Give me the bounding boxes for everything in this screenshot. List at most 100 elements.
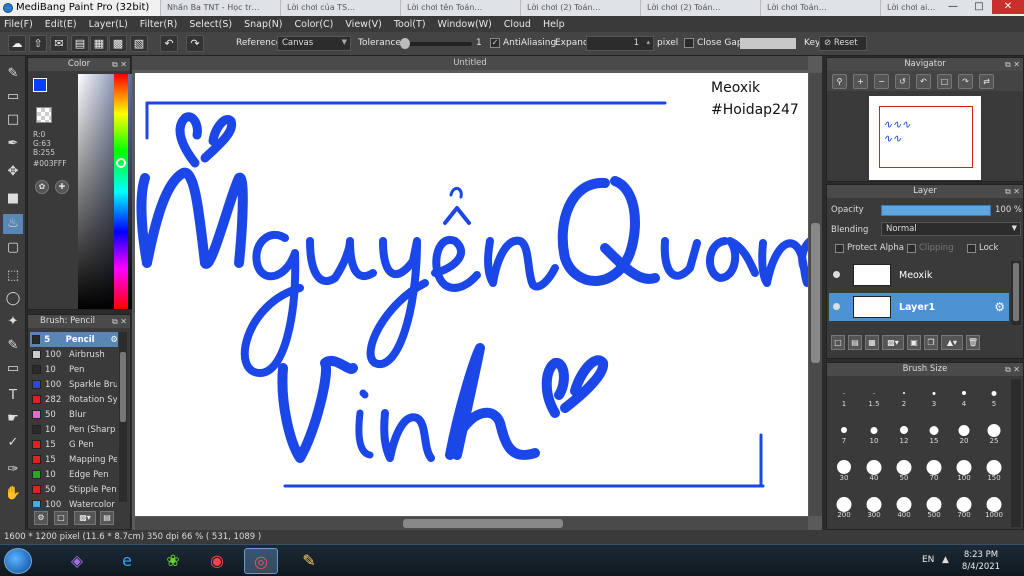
palette-icon[interactable]: ✿ [35, 180, 49, 194]
coccoc-icon[interactable]: ❀ [156, 548, 190, 574]
rotate-left-icon[interactable]: ↶ [916, 73, 931, 89]
eraser-tool-icon[interactable]: ▭ [3, 87, 23, 107]
chrome-icon[interactable]: ◉ [200, 548, 234, 574]
brush-size-option[interactable]: 150 [979, 453, 1009, 483]
add-brush-icon[interactable]: ▩▾ [74, 511, 96, 525]
layer-list-scrollbar[interactable] [1011, 261, 1021, 325]
select-eraser-tool-icon[interactable]: ▭ [3, 359, 23, 379]
blending-select[interactable]: Normal ▼ [881, 222, 1021, 236]
maximize-button[interactable]: □ [966, 0, 992, 14]
minimize-button[interactable]: — [940, 0, 966, 14]
scrollbar-thumb[interactable] [811, 223, 820, 363]
internet-explorer-icon[interactable]: e [110, 548, 144, 574]
foreground-color-swatch[interactable] [33, 78, 47, 92]
zoom-out-icon[interactable]: − [874, 73, 889, 89]
operation-tool-icon[interactable]: ☛ [3, 409, 23, 429]
brush-item[interactable]: 10 Pen (Sharp [30, 422, 118, 437]
delete-layer-icon[interactable]: 🗑 [966, 335, 980, 350]
language-indicator[interactable]: EN [922, 555, 934, 565]
brush-size-option[interactable]: 300 [859, 490, 889, 520]
checkbox-box[interactable] [907, 243, 916, 253]
text-tool-icon[interactable]: T [3, 386, 23, 406]
brush-size-option[interactable]: 500 [919, 490, 949, 520]
cloud-icon[interactable]: ☁ [8, 35, 26, 52]
duplicate-layer-icon[interactable]: ❐ [924, 335, 938, 350]
brush-list-scrollbar[interactable] [119, 332, 127, 502]
saturation-value-picker[interactable] [78, 74, 138, 309]
paint-icon[interactable]: ✎ [292, 548, 326, 574]
menu-item-select[interactable]: Select(S) [189, 19, 232, 30]
brush-size-option[interactable]: 700 [949, 490, 979, 520]
brush-size-option[interactable]: 1 [829, 379, 859, 409]
new-brush-icon[interactable]: □ [54, 511, 68, 525]
brush-size-option[interactable]: 1000 [979, 490, 1009, 520]
brush-item[interactable]: 10 Edge Pen [30, 467, 118, 482]
brush-size-option[interactable]: 4 [949, 379, 979, 409]
close-button[interactable]: ✕ [992, 0, 1024, 14]
brush-item[interactable]: 100 Airbrush [30, 347, 118, 362]
layer-settings-gear-icon[interactable]: ⚙ [994, 300, 1005, 314]
layer-row[interactable]: Layer1 ⚙ [829, 293, 1009, 321]
brush-item[interactable]: 100 Sparkle Bru [30, 377, 118, 392]
protect-alpha-checkbox[interactable]: Protect Alpha [835, 243, 904, 253]
brush-size-option[interactable]: 7 [829, 416, 859, 446]
new-halftone-layer-icon[interactable]: ▦ [865, 335, 879, 350]
canvas-vertical-scrollbar[interactable] [809, 73, 822, 516]
merge-layer-icon[interactable]: ▲▾ [941, 335, 963, 350]
folder-icon[interactable]: ▣ [907, 335, 921, 350]
brush-size-option[interactable]: 12 [889, 416, 919, 446]
brush-size-option[interactable]: 25 [979, 416, 1009, 446]
tray-arrow-icon[interactable]: ▲ [942, 555, 949, 565]
panel-float-close-icons[interactable]: ⧉ ✕ [1005, 58, 1020, 71]
clock[interactable]: 8:23 PM 8/4/2021 [958, 549, 1004, 573]
expand-input[interactable]: 1 ▴ [586, 36, 654, 51]
brush-size-option[interactable]: 15 [919, 416, 949, 446]
new-layer-icon[interactable]: ▤ [848, 335, 862, 350]
brush-size-option[interactable]: 40 [859, 453, 889, 483]
dot-tool-icon[interactable]: □ [3, 110, 23, 130]
clipping-checkbox[interactable]: Clipping [907, 243, 954, 253]
visibility-icon[interactable] [829, 261, 845, 289]
brush-size-option[interactable]: 3 [919, 379, 949, 409]
grid-icon[interactable]: ▧ [130, 35, 148, 52]
hand-tool-icon[interactable]: ✋ [3, 484, 23, 504]
antialiasing-checkbox[interactable]: ✓ [490, 38, 500, 48]
menu-item-help[interactable]: Help [543, 19, 565, 30]
brush-item[interactable]: 50 Blur [30, 407, 118, 422]
share-icon[interactable]: ⇧ [29, 35, 47, 52]
medibang-icon[interactable]: ◎ [244, 548, 278, 574]
brush-item[interactable]: 10 Pen [30, 362, 118, 377]
menu-item-tool[interactable]: Tool(T) [394, 19, 426, 30]
brush-size-option[interactable]: 1.5 [859, 379, 889, 409]
fit-window-icon[interactable]: □ [937, 73, 952, 89]
brush-size-option[interactable]: 20 [949, 416, 979, 446]
brush-size-option[interactable]: 400 [889, 490, 919, 520]
eyedropper-tool-icon[interactable]: ✓ [3, 433, 23, 453]
brush-item[interactable]: 15 Mapping Pe [30, 452, 118, 467]
zoom-fit-icon[interactable]: ⚲ [832, 73, 847, 89]
start-button[interactable] [4, 548, 32, 574]
panel-float-close-icons[interactable]: ⧉ ✕ [112, 58, 127, 71]
magic-wand-tool-icon[interactable]: ✦ [3, 312, 23, 332]
menu-item-view[interactable]: View(V) [345, 19, 381, 30]
panel-float-close-icons[interactable]: ⧉ ✕ [1005, 185, 1020, 198]
layout-icon[interactable]: ▩ [109, 35, 127, 52]
canvas-paper[interactable]: Meoxik #Hoidap247 [135, 73, 808, 516]
navigator-thumbnail[interactable]: ∿∿∿ ∿∿ [869, 96, 981, 180]
browser-tab[interactable]: Nhấn Ba TNT - Học tr… [160, 0, 280, 16]
browser-tab[interactable]: Lời chơi (2) Toán… [520, 0, 640, 16]
scrollbar-thumb[interactable] [403, 519, 563, 528]
flip-icon[interactable]: ⇄ [979, 73, 994, 89]
reset-button[interactable]: ⊘ Reset [819, 36, 867, 51]
browser-tab[interactable]: Lời chơi tên Toán… [400, 0, 520, 16]
menu-item-filter[interactable]: Filter(R) [140, 19, 178, 30]
close-gaps-slider[interactable] [740, 38, 796, 49]
visibility-icon[interactable] [829, 293, 845, 321]
lock-checkbox[interactable]: Lock [967, 243, 998, 253]
page-icon[interactable]: ▤ [71, 35, 89, 52]
scrollbar-thumb[interactable] [1013, 263, 1019, 321]
document-tab[interactable]: Untitled [132, 56, 808, 70]
undo-button[interactable]: ↶ [160, 35, 178, 52]
document-icon[interactable]: ▦ [90, 35, 108, 52]
panel-float-close-icons[interactable]: ⧉ ✕ [112, 315, 127, 328]
